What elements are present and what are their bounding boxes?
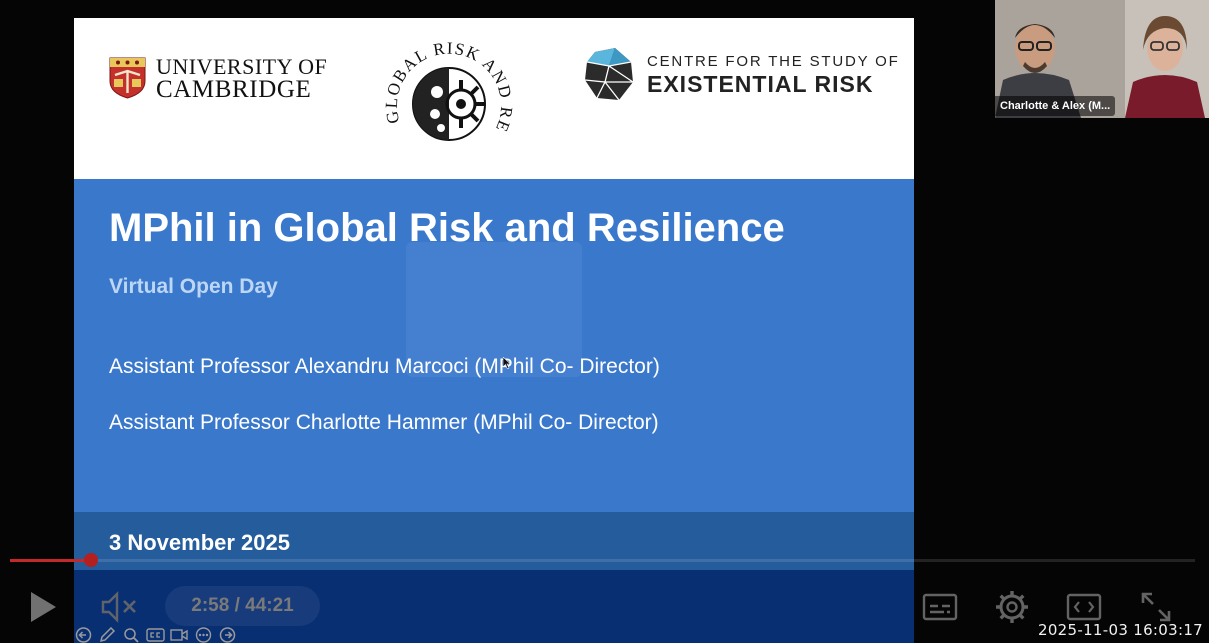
participant-video-tile[interactable]: Charlotte & Alex (M... (995, 0, 1209, 118)
settings-icon[interactable] (995, 590, 1029, 624)
slide-title-area: MPhil in Global Risk and Resilience Virt… (74, 179, 914, 512)
cser-name-line2: EXISTENTIAL RISK (647, 71, 874, 97)
playback-time: 2:58 / 44:21 (165, 586, 320, 626)
video-progress-fill (10, 559, 90, 562)
cser-logo: CENTRE FOR THE STUDY OF EXISTENTIAL RISK (585, 48, 900, 102)
cc-icon[interactable] (146, 627, 165, 643)
mouse-cursor-icon (503, 357, 511, 369)
mute-icon[interactable] (100, 590, 138, 624)
slide-logo-header: UNIVERSITY OF CAMBRIDGE GLOBAL RISK AND … (74, 18, 914, 179)
cambridge-shield-icon (109, 57, 146, 99)
slide-title: MPhil in Global Risk and Resilience (109, 206, 785, 250)
presenter-line: Assistant Professor Alexandru Marcoci (M… (109, 355, 660, 378)
video-icon[interactable] (170, 627, 189, 643)
video-progress-bar[interactable] (10, 559, 1195, 562)
fullscreen-icon[interactable] (1140, 591, 1172, 623)
slide-mini-toolbar (74, 627, 237, 643)
zoom-icon[interactable] (122, 627, 141, 643)
slide-subtitle: Virtual Open Day (109, 275, 278, 298)
university-name-line1: UNIVERSITY OF (156, 54, 328, 79)
cambridge-logo: UNIVERSITY OF CAMBRIDGE (109, 54, 328, 103)
back-arrow-icon[interactable] (74, 627, 93, 643)
presentation-slide: UNIVERSITY OF CAMBRIDGE GLOBAL RISK AND … (74, 18, 914, 643)
cser-polyhedron-icon (585, 48, 634, 101)
cser-name-line1: CENTRE FOR THE STUDY OF (647, 53, 900, 70)
forward-arrow-icon[interactable] (218, 627, 237, 643)
global-risk-resilience-logo: GLOBAL RISK AND RESILIENCE (372, 18, 519, 170)
captions-icon[interactable] (922, 592, 958, 622)
video-progress-handle[interactable] (84, 553, 98, 567)
university-name-line2: CAMBRIDGE (156, 76, 312, 103)
play-icon[interactable] (28, 590, 58, 624)
more-icon[interactable] (194, 627, 213, 643)
slide-date: 3 November 2025 (109, 530, 290, 555)
grr-emblem-icon: GLOBAL RISK AND RESILIENCE (372, 18, 515, 141)
presenter-line: Assistant Professor Charlotte Hammer (MP… (109, 411, 659, 434)
recording-timestamp: 2025-11-03 16:03:17 (1038, 621, 1204, 639)
participant-name-label: Charlotte & Alex (M... (995, 96, 1116, 116)
picture-in-picture-icon[interactable] (1066, 592, 1102, 622)
pencil-icon[interactable] (98, 627, 117, 643)
